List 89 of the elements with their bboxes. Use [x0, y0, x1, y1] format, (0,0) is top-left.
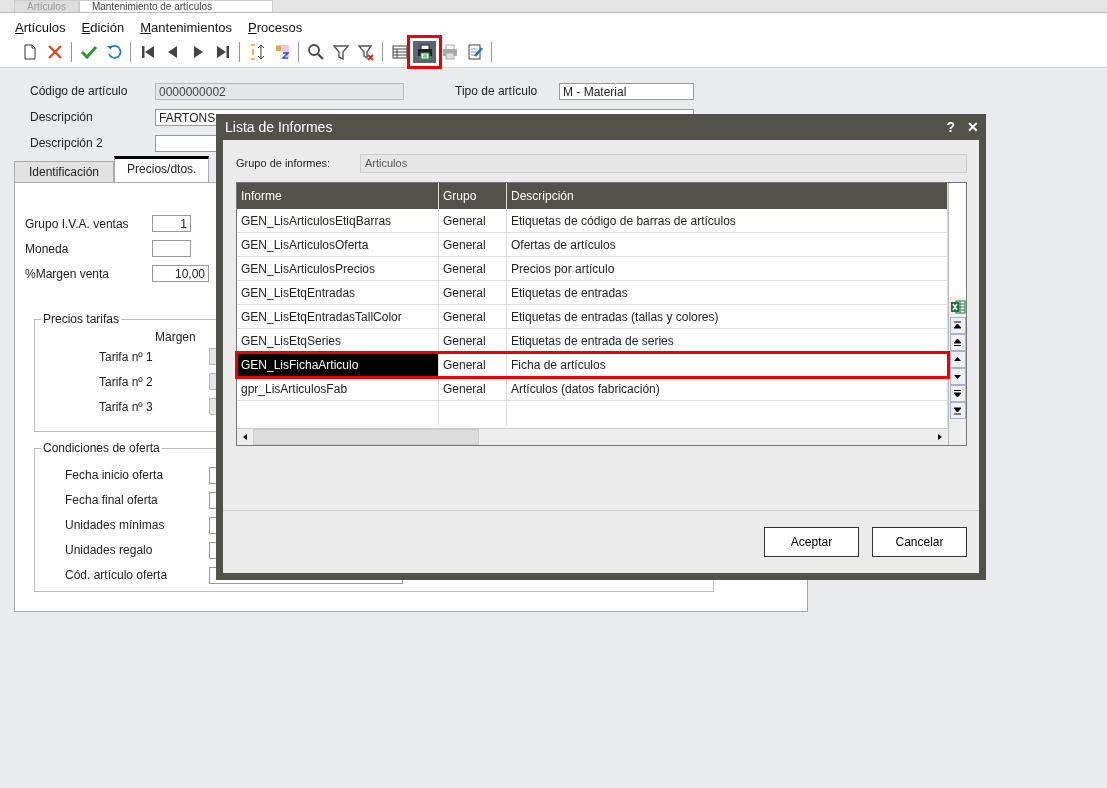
cancel-button[interactable]: Cancelar [872, 527, 967, 557]
up-arrow-icon [953, 338, 962, 347]
save-icon [79, 43, 98, 61]
table-cell: General [439, 209, 507, 232]
field-label: %Margen venta [25, 266, 111, 281]
dialog-title: Lista de Informes [225, 119, 334, 135]
table-cell: General [439, 257, 507, 280]
field-label: Código de artículo [29, 84, 129, 98]
up-arrow-icon [953, 355, 962, 364]
table-cell: General [439, 377, 507, 400]
search-icon [306, 43, 325, 61]
table-cell: General [439, 305, 507, 328]
column-header[interactable]: Informe [237, 183, 439, 209]
scrollbar-thumb[interactable] [253, 429, 479, 445]
delete-icon [45, 43, 64, 61]
menu-item[interactable]: Artículos [15, 20, 66, 38]
filter-icon [331, 43, 350, 61]
down-arrow-icon [953, 406, 962, 415]
column-header: Margen [155, 330, 196, 344]
menu-item[interactable]: Edición [81, 20, 125, 38]
table-icon [390, 43, 409, 61]
table-cell: GEN_LisEtqEntradas [237, 281, 439, 304]
table-cell: General [439, 353, 507, 376]
field-label: Grupo de informes: [236, 157, 332, 169]
vertical-scrollbar[interactable] [948, 183, 966, 445]
group-title: Precios tarifas [41, 312, 122, 326]
field-label: Tarifa nº 1 [99, 349, 154, 364]
field-label: Unidades mínimas [65, 518, 166, 532]
spreadsheet-icon[interactable] [949, 299, 966, 315]
table-cell: gpr_LisArticulosFab [237, 377, 439, 400]
scroll-right-icon[interactable] [936, 433, 944, 441]
field-label: Cód. artículo oferta [65, 568, 169, 582]
field-label: Fecha inicio oferta [65, 468, 165, 482]
scroll-nav-button[interactable] [949, 368, 966, 385]
table-cell: GEN_LisArticulosOferta [237, 233, 439, 256]
down-arrow-icon [953, 372, 962, 381]
report-row[interactable]: GEN_LisEtqEntradasTallColor General Etiquetas de entradas (tallas y colores) [237, 305, 948, 329]
column-header[interactable]: Grupo [439, 183, 507, 209]
accept-button[interactable]: Aceptar [764, 527, 859, 557]
field-label: Fecha final oferta [65, 493, 159, 507]
scroll-nav-button[interactable] [949, 385, 966, 402]
table-cell: GEN_LisArticulosPrecios [237, 257, 439, 280]
field-label: Tarifa nº 2 [99, 374, 154, 389]
input-field[interactable]: 1 [152, 215, 191, 232]
menu-item[interactable]: Procesos [248, 20, 303, 38]
edit-document-icon [465, 43, 484, 61]
table-cell: GEN_LisArticulosEtiqBarras [237, 209, 439, 232]
horizontal-scrollbar[interactable] [237, 428, 948, 445]
field-label: Tipo de artículo [455, 84, 539, 98]
input-field[interactable] [152, 240, 191, 257]
close-button[interactable]: ✕ [967, 119, 979, 135]
down-arrow-icon [953, 389, 962, 398]
field-label: Descripción [29, 110, 94, 124]
print-icon [415, 43, 434, 61]
scroll-nav-button[interactable] [949, 402, 966, 419]
field-label: Tarifa nº 3 [99, 399, 154, 414]
report-row[interactable]: GEN_LisFichaArticulo General Ficha de artículos [237, 353, 948, 377]
field-label: Grupo I.V.A. ventas [25, 216, 130, 231]
field-label: Unidades regalo [65, 543, 154, 557]
table-cell: Ficha de artículos [507, 353, 948, 376]
report-row[interactable]: GEN_LisEtqEntradas General Etiquetas de entradas [237, 281, 948, 305]
scroll-left-icon[interactable] [241, 433, 249, 441]
document-tab[interactable]: Mantenimiento de artículos [78, 0, 273, 12]
report-row[interactable]: gpr_LisArticulosFab General Artículos (datos fabricación) [237, 377, 948, 401]
table-cell: GEN_LisEtqEntradasTallColor [237, 305, 439, 328]
up-arrow-icon [953, 321, 962, 330]
clear-filter-icon [356, 43, 375, 61]
scroll-nav-button[interactable] [949, 317, 966, 334]
report-row[interactable]: GEN_LisArticulosOferta General Ofertas de artículos [237, 233, 948, 257]
table-cell: General [439, 233, 507, 256]
group-title: Condiciones de oferta [41, 441, 162, 455]
form-tab[interactable]: Identificación [14, 161, 115, 182]
table-cell: GEN_LisFichaArticulo [237, 353, 439, 376]
field-label: Moneda [25, 241, 70, 256]
help-button[interactable]: ? [946, 119, 955, 135]
menu-item[interactable]: Mantenimientos [140, 20, 232, 38]
input-field[interactable]: 10,00 [152, 265, 209, 282]
report-row[interactable]: GEN_LisArticulosPrecios General Precios por artículo [237, 257, 948, 281]
field-label: Descripción 2 [29, 136, 104, 150]
code-field[interactable]: 0000000002 [155, 82, 404, 100]
scroll-nav-button[interactable] [949, 334, 966, 351]
form-tab[interactable]: Precios/dtos. [114, 156, 210, 182]
table-cell: General [439, 329, 507, 352]
table-cell: General [439, 281, 507, 304]
report-row[interactable]: GEN_LisArticulosEtiqBarras General Etiquetas de código de barras de artículos [237, 209, 948, 233]
print-icon [440, 43, 459, 61]
table-cell: GEN_LisEtqSeries [237, 329, 439, 352]
report-group-field[interactable]: Articulos [360, 153, 967, 173]
type-field[interactable]: M - Material [559, 82, 694, 100]
